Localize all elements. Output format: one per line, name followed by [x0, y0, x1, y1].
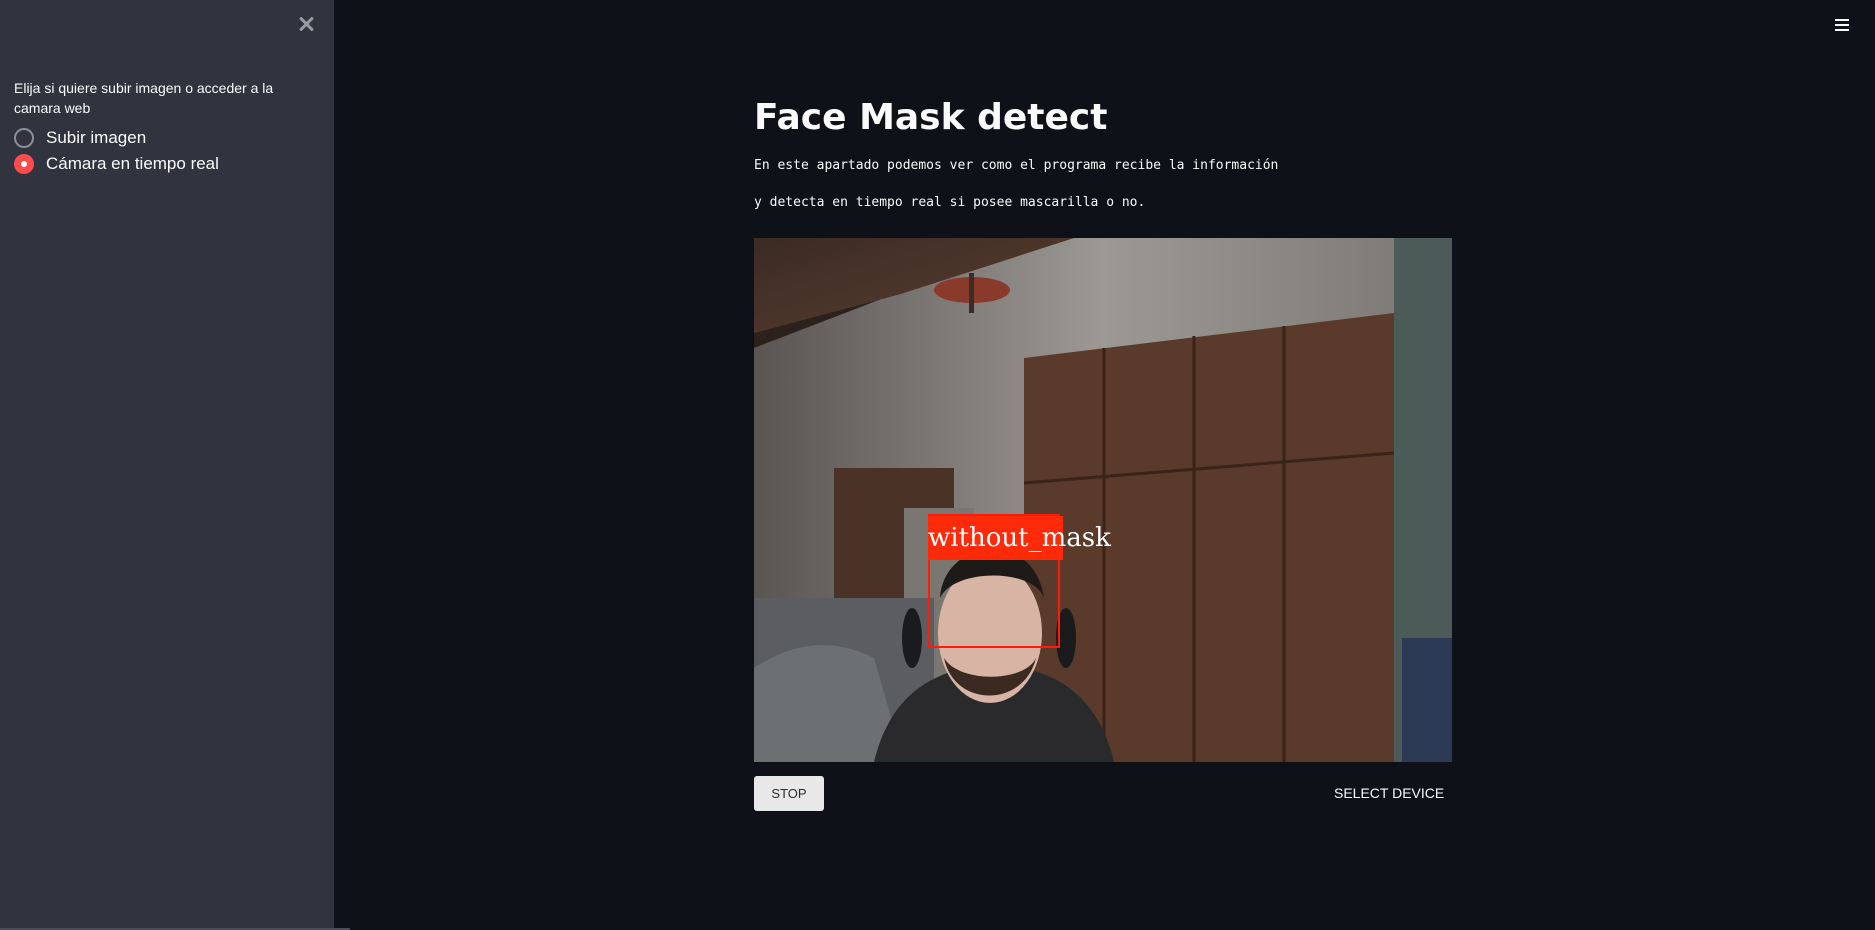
- close-icon[interactable]: [295, 13, 317, 35]
- description-line-1: En este apartado podemos ver como el pro…: [754, 158, 1279, 173]
- webcam-frame: [754, 238, 1452, 762]
- radio-unselected-icon[interactable]: [14, 128, 34, 148]
- detection-label: without_mask: [928, 516, 1111, 560]
- description-line-2: y detecta en tiempo real si posee mascar…: [754, 195, 1146, 210]
- stop-button[interactable]: STOP: [754, 776, 824, 811]
- radio-question: Elija si quiere subir imagen o acceder a…: [14, 80, 274, 116]
- radio-option-camara[interactable]: Cámara en tiempo real: [14, 154, 219, 174]
- page-title: Face Mask detect: [754, 97, 1108, 138]
- radio-label: Subir imagen: [46, 128, 147, 147]
- radio-option-subir-imagen[interactable]: Subir imagen: [14, 128, 146, 148]
- radio-selected-icon[interactable]: [14, 154, 34, 174]
- webcam-video-feed: without_mask: [754, 238, 1452, 762]
- select-device-button[interactable]: SELECT DEVICE: [1334, 785, 1444, 801]
- hamburger-menu-icon[interactable]: [1835, 19, 1849, 33]
- radio-label: Cámara en tiempo real: [46, 154, 219, 173]
- sidebar: Elija si quiere subir imagen o acceder a…: [0, 0, 350, 930]
